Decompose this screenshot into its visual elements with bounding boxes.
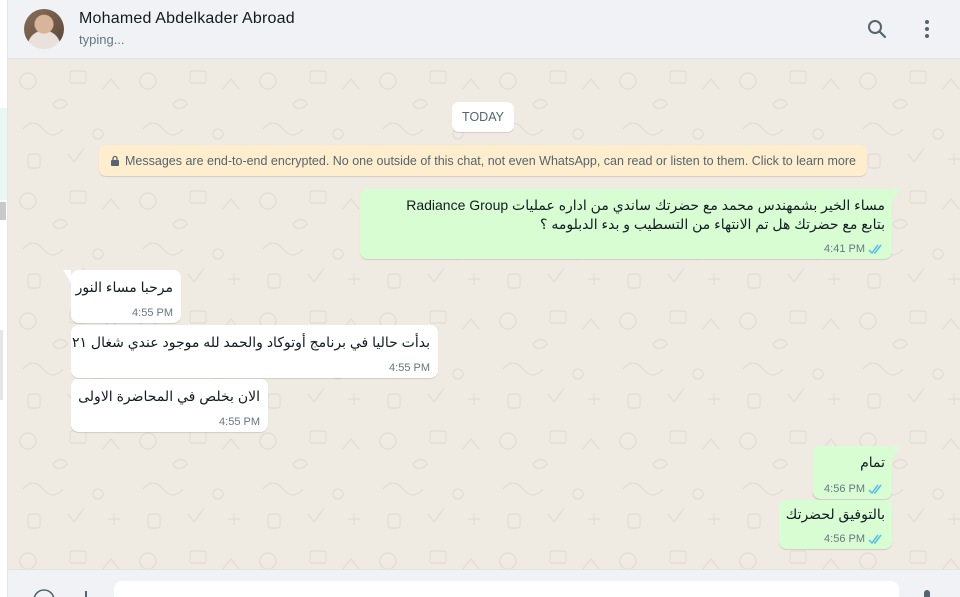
double-check-icon xyxy=(868,534,882,544)
lock-icon xyxy=(111,155,120,166)
message-meta: 4:55 PM xyxy=(389,362,430,374)
chat-list-edge xyxy=(0,0,8,597)
search-icon[interactable] xyxy=(865,17,889,41)
message-time: 4:41 PM xyxy=(824,243,865,255)
message-input[interactable] xyxy=(114,581,899,597)
bubble-tail xyxy=(63,270,71,283)
list-divider xyxy=(0,330,3,400)
message-composer xyxy=(8,569,960,597)
contact-status: typing... xyxy=(79,32,125,47)
emoji-icon[interactable] xyxy=(32,588,56,597)
message-text-line: بالتوفيق لحضرتك xyxy=(785,506,885,522)
message-meta: 4:56 PM xyxy=(824,483,884,495)
message-text-line: مساء الخير بشمهندس محمد مع حضرتك ساندي م… xyxy=(406,197,885,213)
bubble-tail xyxy=(892,189,900,202)
message-text-line: بدأت حاليا في برنامج أوتوكاد والحمد لله … xyxy=(71,334,430,350)
message-bubble-incoming[interactable]: بدأت حاليا في برنامج أوتوكاد والحمد لله … xyxy=(71,325,438,378)
microphone-icon[interactable] xyxy=(918,588,936,597)
avatar[interactable] xyxy=(24,9,64,49)
message-bubble-outgoing[interactable]: بالتوفيق لحضرتك 4:56 PM xyxy=(779,500,892,549)
encryption-notice-text: Messages are end-to-end encrypted. No on… xyxy=(125,153,856,168)
message-meta: 4:55 PM xyxy=(219,416,260,428)
chat-panel: TODAY Messages are end-to-end encrypted.… xyxy=(8,59,960,569)
selected-chat-edge xyxy=(0,108,7,200)
message-bubble-incoming[interactable]: مرحبا مساء النور 4:55 PM xyxy=(63,270,181,323)
scroll-marker xyxy=(0,202,6,220)
message-bubble-outgoing[interactable]: مساء الخير بشمهندس محمد مع حضرتك ساندي م… xyxy=(360,189,900,259)
double-check-icon xyxy=(868,484,882,494)
chat-header: Mohamed Abdelkader Abroad typing... xyxy=(8,0,960,59)
message-text-line: الان بخلص في المحاضرة الاولى xyxy=(78,388,260,404)
message-text-line: مرحبا مساء النور xyxy=(75,279,173,295)
message-time: 4:55 PM xyxy=(132,307,173,319)
date-chip: TODAY xyxy=(452,102,514,132)
bubble-tail xyxy=(892,446,900,459)
message-time: 4:55 PM xyxy=(389,362,430,374)
contact-name[interactable]: Mohamed Abdelkader Abroad xyxy=(79,10,295,28)
encryption-notice[interactable]: Messages are end-to-end encrypted. No on… xyxy=(99,145,867,176)
message-meta: 4:41 PM xyxy=(824,243,884,255)
double-check-icon xyxy=(868,244,882,254)
message-meta: 4:55 PM xyxy=(132,307,173,319)
message-time: 4:55 PM xyxy=(219,416,260,428)
message-time: 4:56 PM xyxy=(824,483,865,495)
menu-icon[interactable] xyxy=(915,17,939,41)
message-text-line: تمام xyxy=(860,454,885,470)
message-bubble-incoming[interactable]: الان بخلص في المحاضرة الاولى 4:55 PM xyxy=(71,379,268,432)
message-bubble-outgoing[interactable]: تمام 4:56 PM xyxy=(813,446,900,499)
message-text-line: بتابع مع حضرتك هل تم الانتهاء من التسطيب… xyxy=(540,216,885,232)
attach-icon[interactable] xyxy=(76,588,96,597)
message-time: 4:56 PM xyxy=(824,533,865,545)
message-meta: 4:56 PM xyxy=(824,533,884,545)
